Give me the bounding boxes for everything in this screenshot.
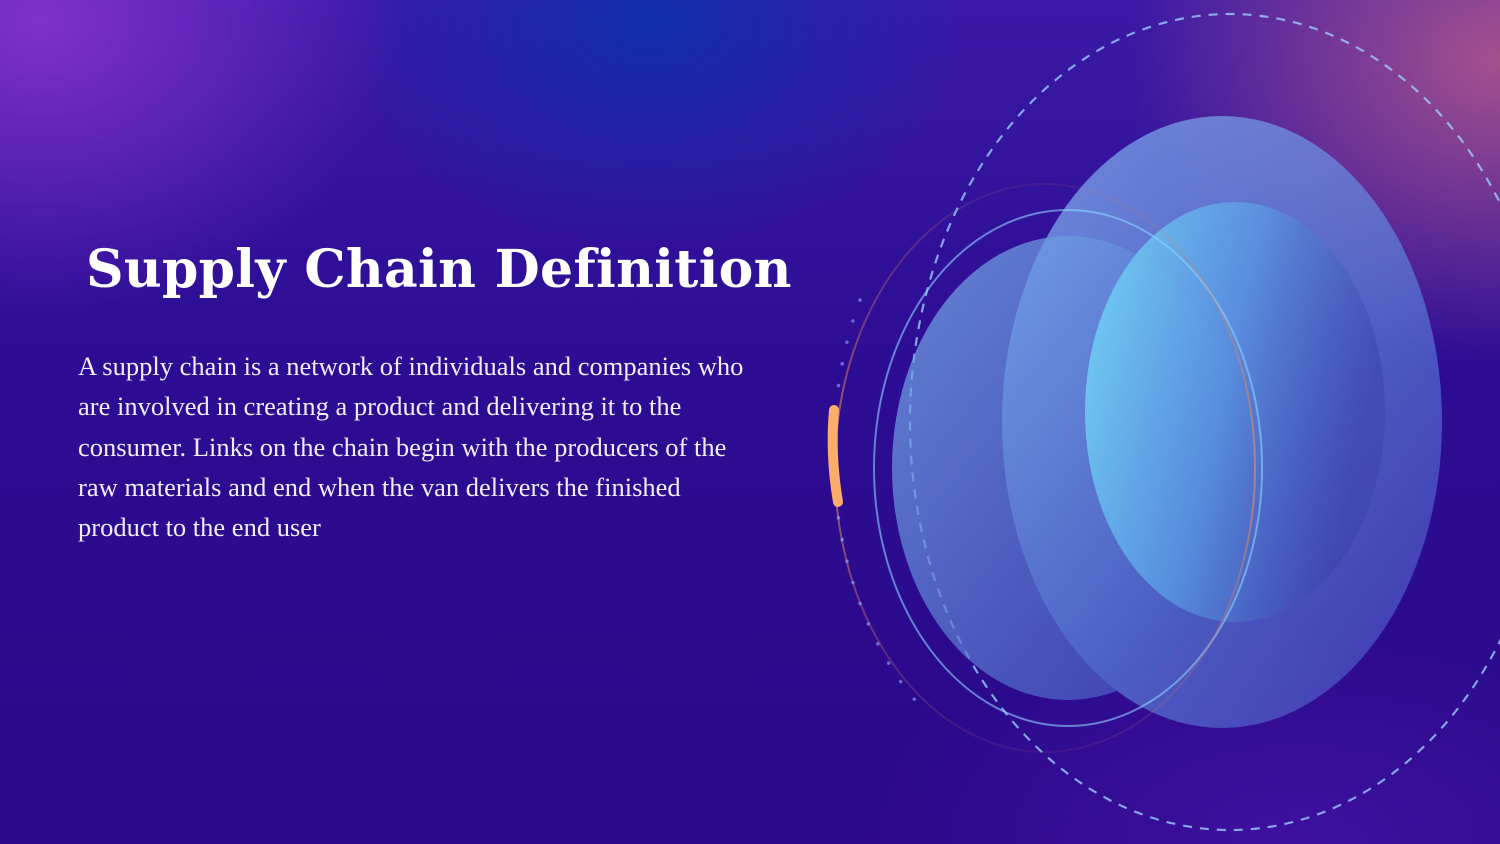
orange-accent-bar bbox=[827, 405, 843, 507]
slide-title: Supply Chain Definition bbox=[86, 239, 792, 300]
front-ellipse bbox=[1085, 202, 1385, 622]
concentric-ellipses-illustration bbox=[827, 13, 1500, 831]
slide: Supply Chain Definition A supply chain i… bbox=[0, 0, 1500, 844]
slide-body-text: A supply chain is a network of individua… bbox=[78, 351, 744, 543]
